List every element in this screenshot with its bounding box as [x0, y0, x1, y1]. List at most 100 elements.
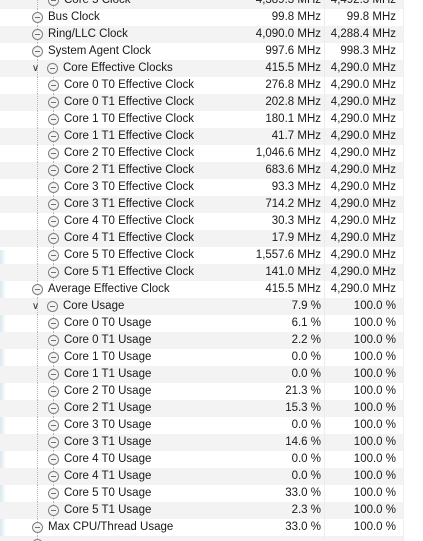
- sensor-gauge-icon: [48, 114, 59, 125]
- sensor-row[interactable]: Core 0 T1 Effective Clock 202.8 MHz 4,290.…: [0, 94, 423, 111]
- sensor-row[interactable]: Core 0 T1 Usage 2.2 % 100.0 %: [0, 332, 423, 349]
- sensor-row[interactable]: System Agent Clock 997.6 MHz 998.3 MHz: [0, 43, 423, 60]
- tree-guide-line: [37, 400, 38, 417]
- current-value: 141.0 MHz: [265, 266, 321, 278]
- current-value: 6.1 %: [291, 317, 321, 329]
- sensor-gauge-icon: [48, 505, 59, 516]
- sensor-row[interactable]: Bus Clock 99.8 MHz 99.8 MHz: [0, 9, 423, 26]
- tree-guide-line: [37, 383, 38, 400]
- current-value: 15.3 %: [285, 402, 321, 414]
- sensor-gauge-icon: [48, 233, 59, 244]
- sensor-gauge-icon: [48, 369, 59, 380]
- sensor-row[interactable]: Core 4 T0 Usage 0.0 % 100.0 %: [0, 451, 423, 468]
- current-value: 41.7 MHz: [271, 130, 321, 142]
- sensor-gauge-icon: [48, 250, 59, 261]
- sensor-row[interactable]: Core 0 T0 Usage 6.1 % 100.0 %: [0, 315, 423, 332]
- sensor-row[interactable]: Core 1 T0 Effective Clock 180.1 MHz 4,290.…: [0, 111, 423, 128]
- current-value: 714.2 MHz: [265, 198, 321, 210]
- sensor-label: Core 1 T0 Usage: [64, 351, 152, 363]
- sensor-row[interactable]: Core 5 Clock 4,389.3 MHz 4,492.3 MHz: [0, 0, 423, 9]
- sensor-row[interactable]: Core 4 T1 Usage 0.0 % 100.0 %: [0, 468, 423, 485]
- sensor-label: Core 5 T0 Effective Clock: [64, 249, 194, 261]
- sensor-gauge-icon: [32, 522, 43, 533]
- sensor-label: Core 3 T0 Effective Clock: [64, 181, 194, 193]
- sensor-row[interactable]: Core 2 T0 Effective Clock 1,046.6 MHz 4,29…: [0, 145, 423, 162]
- maximum-value: 100.0 %: [353, 487, 396, 499]
- sensor-row[interactable]: Core 2 T1 Usage 15.3 % 100.0 %: [0, 400, 423, 417]
- sensor-row[interactable]: Ring/LLC Clock 4,090.0 MHz 4,288.4 MHz: [0, 26, 423, 43]
- chevron-down-icon[interactable]: ∨: [31, 64, 40, 74]
- sensor-row[interactable]: Core 5 T1 Usage 2.3 % 100.0 %: [0, 502, 423, 519]
- sensor-row[interactable]: [0, 536, 423, 541]
- maximum-value: 4,492.3 MHz: [330, 0, 396, 6]
- maximum-value: 4,290.0 MHz: [330, 113, 396, 125]
- tree-guide-line: [37, 434, 38, 451]
- tree-guide-line: [37, 162, 38, 179]
- sensor-gauge-icon: [48, 454, 59, 465]
- tree-guide-line: [37, 196, 38, 213]
- sensor-row[interactable]: Core 5 T1 Effective Clock 141.0 MHz 4,290.…: [0, 264, 423, 281]
- sensor-row[interactable]: Core 1 T0 Usage 0.0 % 100.0 %: [0, 349, 423, 366]
- maximum-value: 998.3 MHz: [340, 45, 396, 57]
- maximum-value: 100.0 %: [353, 317, 396, 329]
- sensor-label: Core 5 T0 Usage: [64, 487, 152, 499]
- sensor-gauge-icon: [48, 0, 59, 6]
- sensor-label: Core 1 T1 Effective Clock: [64, 130, 194, 142]
- current-value: 7.9 %: [291, 300, 321, 312]
- current-value: 0.0 %: [291, 470, 321, 482]
- sensor-row[interactable]: Core 3 T0 Effective Clock 93.3 MHz 4,290.0…: [0, 179, 423, 196]
- sensor-gauge-icon: [48, 216, 59, 227]
- tree-guide-line: [37, 247, 38, 264]
- sensor-row[interactable]: Core 4 T1 Effective Clock 17.9 MHz 4,290.0…: [0, 230, 423, 247]
- current-value: 14.6 %: [285, 436, 321, 448]
- sensor-label: Core 0 T1 Effective Clock: [64, 96, 194, 108]
- sensor-row[interactable]: Core 1 T1 Effective Clock 41.7 MHz 4,290.0…: [0, 128, 423, 145]
- sensor-row[interactable]: Core 5 T0 Effective Clock 1,557.6 MHz 4,29…: [0, 247, 423, 264]
- sensor-label: Core 4 T0 Effective Clock: [64, 215, 194, 227]
- tree-guide-line: [37, 0, 38, 9]
- current-value: 4,090.0 MHz: [255, 28, 321, 40]
- sensor-row[interactable]: ∨ Core Effective Clocks 415.5 MHz 4,290.0 M…: [0, 60, 423, 77]
- chevron-down-icon[interactable]: ∨: [31, 302, 40, 312]
- maximum-value: 4,290.0 MHz: [330, 147, 396, 159]
- sensor-row[interactable]: Core 3 T0 Usage 0.0 % 100.0 %: [0, 417, 423, 434]
- sensor-row[interactable]: Max CPU/Thread Usage 33.0 % 100.0 %: [0, 519, 423, 536]
- sensor-gauge-icon: [48, 386, 59, 397]
- sensor-row[interactable]: Core 5 T0 Usage 33.0 % 100.0 %: [0, 485, 423, 502]
- maximum-value: 4,290.0 MHz: [330, 266, 396, 278]
- sensor-gauge-icon: [48, 403, 59, 414]
- sensor-label: Core Usage: [63, 300, 125, 312]
- vertical-scrollbar[interactable]: [403, 0, 423, 541]
- current-value: 33.0 %: [285, 521, 321, 533]
- sensor-gauge-icon: [48, 97, 59, 108]
- maximum-value: 99.8 MHz: [346, 11, 396, 23]
- maximum-value: 100.0 %: [353, 436, 396, 448]
- sensor-row[interactable]: Core 3 T1 Effective Clock 714.2 MHz 4,290.…: [0, 196, 423, 213]
- tree-guide-line: [37, 502, 38, 519]
- sensor-row[interactable]: ∨ Core Usage 7.9 % 100.0 %: [0, 298, 423, 315]
- sensor-label: Core 0 T0 Usage: [64, 317, 152, 329]
- maximum-value: 100.0 %: [353, 351, 396, 363]
- maximum-value: 100.0 %: [353, 385, 396, 397]
- current-value: 0.0 %: [291, 419, 321, 431]
- maximum-value: 4,290.0 MHz: [330, 79, 396, 91]
- current-value: 93.3 MHz: [271, 181, 321, 193]
- current-value: 1,557.6 MHz: [255, 249, 321, 261]
- maximum-value: 100.0 %: [353, 368, 396, 380]
- sensor-row[interactable]: Core 2 T1 Effective Clock 683.6 MHz 4,290.…: [0, 162, 423, 179]
- current-value: 1,046.6 MHz: [255, 147, 321, 159]
- sensor-label: Core 0 T1 Usage: [64, 334, 152, 346]
- sensor-row[interactable]: Core 4 T0 Effective Clock 30.3 MHz 4,290.0…: [0, 213, 423, 230]
- sensor-row[interactable]: Core 3 T1 Usage 14.6 % 100.0 %: [0, 434, 423, 451]
- tree-guide-line: [37, 468, 38, 485]
- sensor-gauge-icon: [48, 471, 59, 482]
- sensor-row[interactable]: Core 0 T0 Effective Clock 276.8 MHz 4,290.…: [0, 77, 423, 94]
- current-value: 33.0 %: [285, 487, 321, 499]
- sensor-row[interactable]: Average Effective Clock 415.5 MHz 4,290.0 …: [0, 281, 423, 298]
- sensor-row[interactable]: Core 1 T1 Usage 0.0 % 100.0 %: [0, 366, 423, 383]
- sensor-tree: Core 5 Clock 4,389.3 MHz 4,492.3 MHz Bus Cl…: [0, 0, 423, 541]
- sensor-label: Core 3 T1 Effective Clock: [64, 198, 194, 210]
- tree-guide-line: [37, 366, 38, 383]
- sensor-row[interactable]: Core 2 T0 Usage 21.3 % 100.0 %: [0, 383, 423, 400]
- sensor-gauge-icon: [47, 63, 58, 74]
